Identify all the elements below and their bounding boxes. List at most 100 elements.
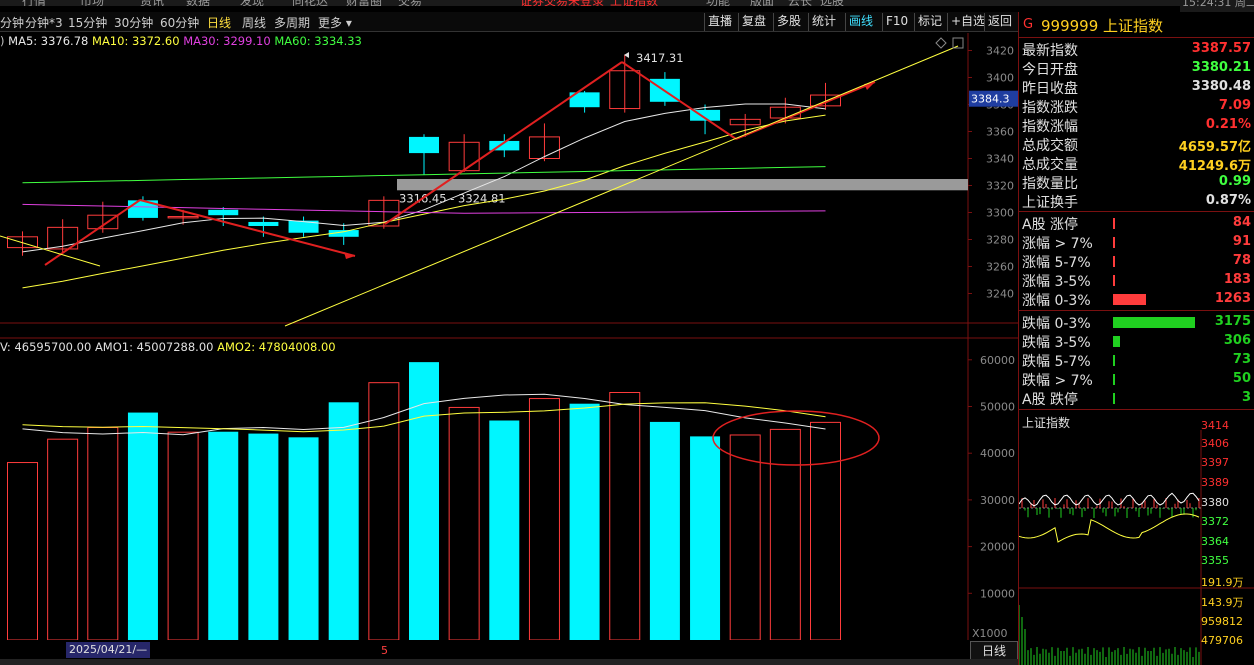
quote-label: 最新指数 <box>1022 43 1078 59</box>
top-menu-item[interactable]: 数据 <box>186 0 210 6</box>
volume-bar[interactable] <box>167 431 199 640</box>
volume-bar[interactable] <box>609 391 641 640</box>
volume-bar[interactable] <box>208 431 239 640</box>
breadth-label: 跌幅 0-3% <box>1022 316 1091 332</box>
trend-line[interactable] <box>735 81 876 140</box>
amo2-legend: AMO2: 47804008.00 <box>217 340 336 354</box>
volume-bar[interactable] <box>729 434 761 640</box>
toolbar-button[interactable]: F10 <box>882 13 911 31</box>
breadth-row: A股 涨停 84 <box>1019 214 1254 233</box>
period-tab[interactable]: 15分钟 <box>68 14 107 31</box>
quote-label: 总成交额 <box>1022 138 1078 154</box>
volume-bar[interactable] <box>649 421 680 640</box>
quote-label: 总成交量 <box>1022 157 1078 173</box>
volume-bar[interactable] <box>7 462 38 640</box>
top-menu-item[interactable]: 证券交易未登录 <box>520 0 604 6</box>
price-tick-label: 3340 <box>986 153 1014 166</box>
volume-bar[interactable] <box>448 406 480 640</box>
highlight-ellipse[interactable] <box>712 410 880 466</box>
breadth-value: 3 <box>1241 390 1251 405</box>
top-menu-item[interactable]: 市场 <box>80 0 104 6</box>
period-tab[interactable]: 60分钟 <box>160 14 199 31</box>
quote-label: 指数涨幅 <box>1022 119 1078 135</box>
volume-bar[interactable] <box>368 382 400 640</box>
bottom-function-strip[interactable] <box>0 659 1018 665</box>
toolbar-button[interactable]: 标记 <box>914 13 945 31</box>
mini-axis-label: 143.9万 <box>1201 596 1244 609</box>
period-tab[interactable]: 更多 ▾ <box>318 14 352 31</box>
diamond-icon[interactable] <box>935 37 947 49</box>
volume-bar[interactable] <box>288 437 319 640</box>
volume-tick-label: 20000 <box>980 541 1015 554</box>
trend-line[interactable] <box>621 61 737 140</box>
top-menu-item[interactable]: 资讯 <box>140 0 164 6</box>
quote-row: 最新指数 3387.57 <box>1019 40 1254 59</box>
toolbar-button[interactable]: +自选 <box>947 13 988 31</box>
day-line-button[interactable]: 日线 <box>970 641 1018 661</box>
trend-line[interactable] <box>139 199 356 257</box>
top-menu-item[interactable]: 行情 <box>22 0 46 6</box>
volume-bar[interactable] <box>769 428 801 640</box>
volume-bar[interactable] <box>47 438 79 640</box>
top-menu-item[interactable]: 云长 <box>788 0 812 6</box>
breadth-label: A股 跌停 <box>1022 392 1079 408</box>
breadth-value: 50 <box>1232 371 1251 386</box>
price-tick-label: 3420 <box>986 45 1014 58</box>
mini-axis-label: 3397 <box>1201 456 1229 469</box>
top-menu-item[interactable]: 财富圈 <box>346 0 382 6</box>
breadth-bar <box>1113 294 1146 305</box>
top-menu-item[interactable]: 交易 <box>398 0 422 6</box>
group-mark: G <box>1023 17 1034 32</box>
top-menu-item[interactable]: 版面 <box>750 0 774 6</box>
price-range-band[interactable] <box>397 179 968 191</box>
volume-bar[interactable] <box>328 402 359 640</box>
volume-bar[interactable] <box>87 427 119 640</box>
period-tab[interactable]: 日线 <box>207 14 231 31</box>
mini-axis-label: 3364 <box>1201 535 1229 548</box>
toolbar-button[interactable]: 多股 <box>773 13 804 31</box>
breadth-label: 涨幅 3-5% <box>1022 274 1091 290</box>
top-menu-item[interactable]: 发现 <box>240 0 264 6</box>
period-tab[interactable]: 分钟 <box>0 14 24 31</box>
period-tab[interactable]: 周线 <box>242 14 266 31</box>
volume-bar[interactable] <box>248 433 279 640</box>
breadth-bar <box>1113 275 1115 286</box>
toolbar-button[interactable]: 复盘 <box>738 13 769 31</box>
volume-bar[interactable] <box>528 398 560 640</box>
volume-bar[interactable] <box>569 403 600 640</box>
period-tab[interactable]: 分钟*3 <box>25 14 63 31</box>
quote-row: 总成交额 4659.57亿 <box>1019 135 1254 155</box>
toolbar-button[interactable]: 返回 <box>984 13 1015 31</box>
top-menu-item[interactable]: 功能 <box>706 0 730 6</box>
top-menu-item[interactable]: 同花达 <box>292 0 328 6</box>
top-menu-item[interactable]: 上证指数 <box>610 0 658 6</box>
breadth-bar <box>1113 355 1115 366</box>
toolbar-button[interactable]: 直播 <box>704 13 735 31</box>
volume-bar[interactable] <box>127 412 158 640</box>
kline-chart[interactable]: 3420340033803360334033203300328032603240… <box>0 33 1018 640</box>
volume-bar[interactable] <box>810 421 841 640</box>
trend-line[interactable] <box>44 199 141 266</box>
quote-value: 3380.48 <box>1191 79 1251 94</box>
breadth-label: 涨幅 5-7% <box>1022 255 1091 271</box>
volume-tick-label: 50000 <box>980 401 1015 414</box>
toolbar-button[interactable]: 画线 <box>845 13 876 31</box>
candle-body[interactable] <box>248 221 279 226</box>
period-toolbar: 分钟 分钟*3 15分钟 30分钟 60分钟 日线 周线 多周期 更多 ▾ 直播 复盘 多股 统计 画线 F… <box>0 12 1018 32</box>
top-menu-item[interactable]: 选股 <box>820 0 844 6</box>
period-tab[interactable]: 30分钟 <box>114 14 153 31</box>
mini-axis-label: 3380 <box>1201 496 1229 509</box>
candle-body[interactable] <box>409 136 439 154</box>
price-tick-label: 3280 <box>986 234 1014 247</box>
toolbar-button[interactable]: 统计 <box>808 13 839 31</box>
breadth-bar <box>1113 393 1115 404</box>
ma-legend: ) MA5: 3376.78 MA10: 3372.60 MA30: 3299.… <box>0 34 362 48</box>
quote-label: 指数量比 <box>1022 176 1078 192</box>
volume-bar[interactable] <box>489 420 520 640</box>
amo1-legend: AMO1: 45007288.00 <box>94 340 214 354</box>
volume-bar[interactable] <box>690 436 721 640</box>
period-tab[interactable]: 多周期 <box>274 14 310 31</box>
candle-body[interactable] <box>208 209 239 216</box>
breadth-row: 涨幅 3-5% 183 <box>1019 271 1254 290</box>
quote-value: 3387.57 <box>1191 41 1251 56</box>
